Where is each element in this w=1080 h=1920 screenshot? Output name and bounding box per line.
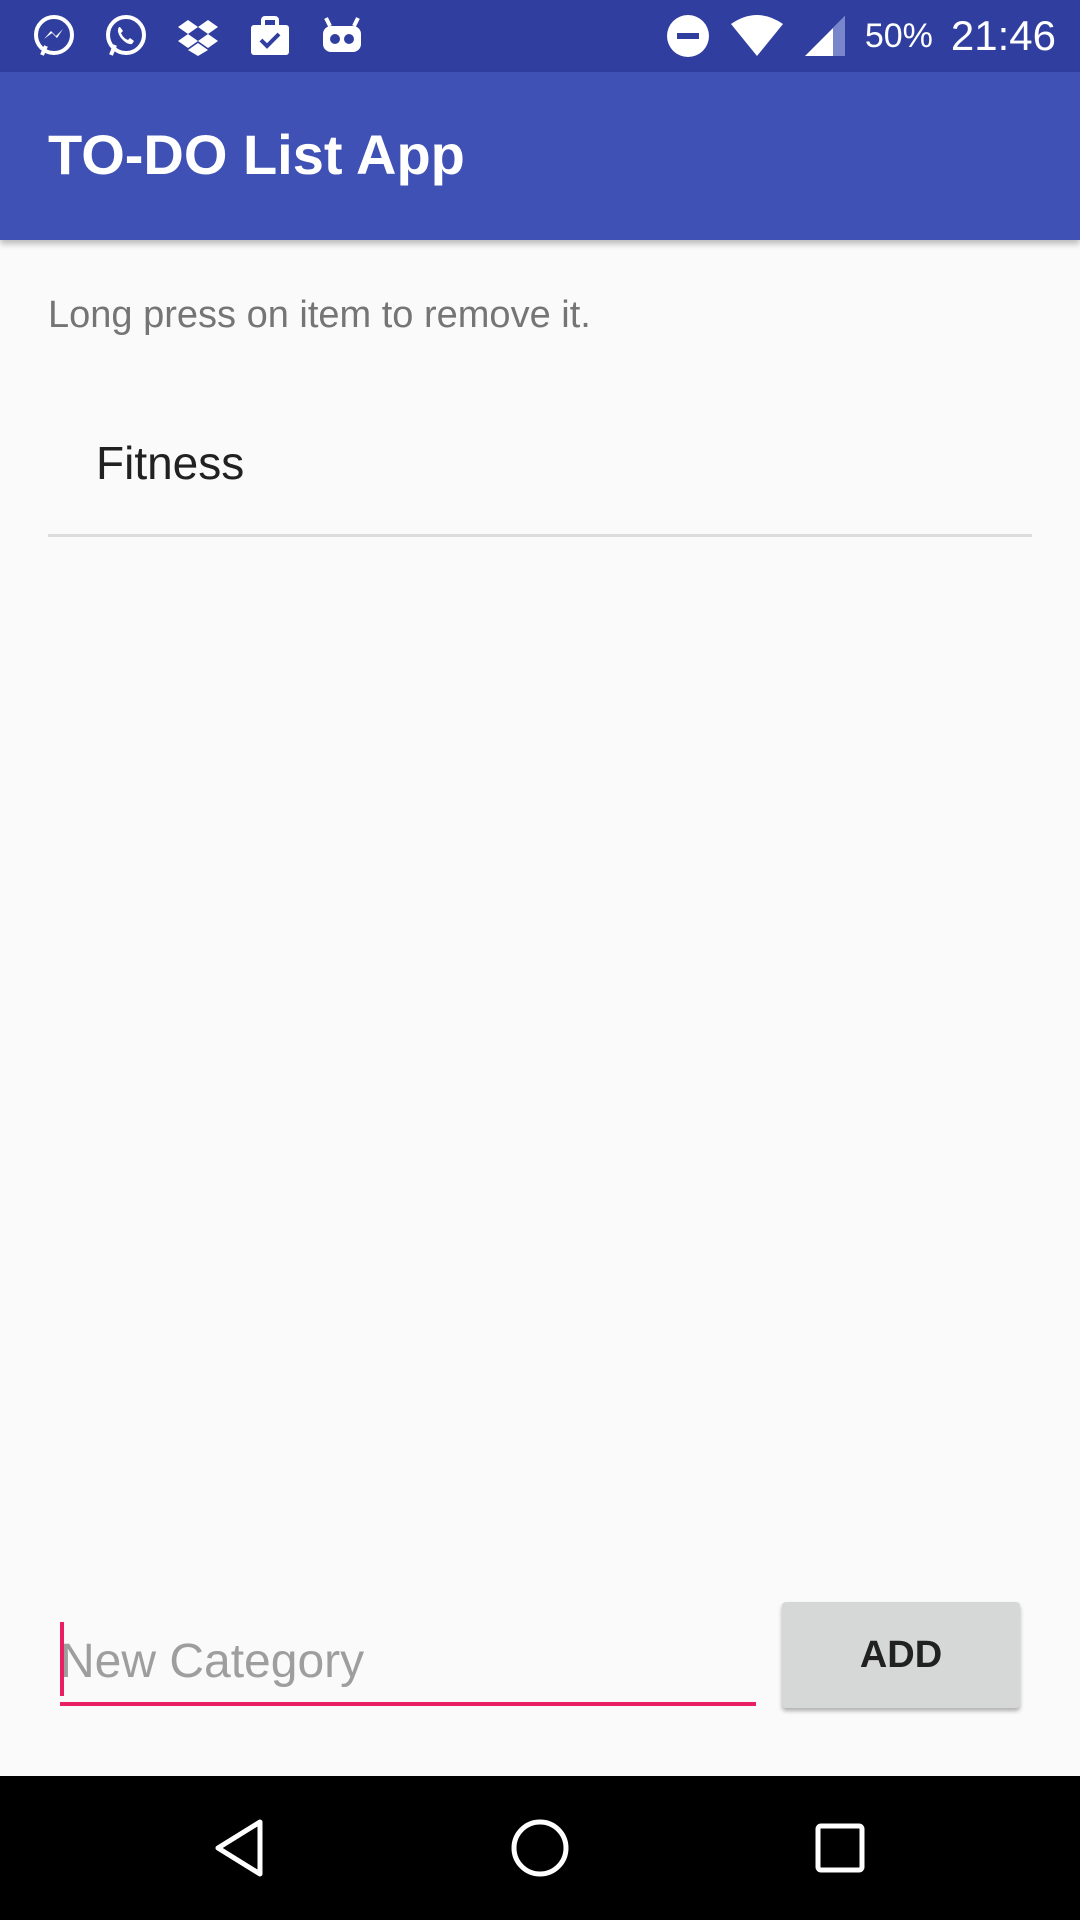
- whatsapp-icon: [100, 10, 152, 62]
- new-category-input[interactable]: [60, 1620, 756, 1702]
- home-icon[interactable]: [496, 1804, 584, 1892]
- status-bar: 50% 21:46: [0, 0, 1080, 72]
- battery-percentage: 50%: [864, 16, 933, 55]
- list-item-label: Fitness: [96, 437, 245, 489]
- do-not-disturb-icon: [665, 13, 711, 59]
- category-list: Fitness: [48, 408, 1032, 537]
- recents-icon[interactable]: [796, 1804, 884, 1892]
- status-clock: 21:46: [950, 12, 1056, 59]
- dropbox-icon: [172, 10, 224, 62]
- app-title: TO-DO List App: [48, 123, 465, 186]
- list-item[interactable]: Fitness: [48, 408, 1032, 537]
- new-category-field[interactable]: [60, 1620, 756, 1706]
- back-icon[interactable]: [196, 1804, 284, 1892]
- messenger-icon: [28, 10, 80, 62]
- wifi-icon: [729, 14, 785, 58]
- system-status: 50% 21:46: [665, 8, 1056, 64]
- briefcase-check-icon: [244, 10, 296, 62]
- app-bar: TO-DO List App: [0, 72, 1080, 240]
- notification-icons: [28, 10, 368, 62]
- navigation-bar: [0, 1776, 1080, 1920]
- add-button[interactable]: ADD: [782, 1602, 1020, 1708]
- android-robot-icon: [316, 10, 368, 62]
- instruction-text: Long press on item to remove it.: [48, 294, 591, 336]
- text-cursor: [60, 1622, 64, 1696]
- signal-icon: [803, 14, 847, 58]
